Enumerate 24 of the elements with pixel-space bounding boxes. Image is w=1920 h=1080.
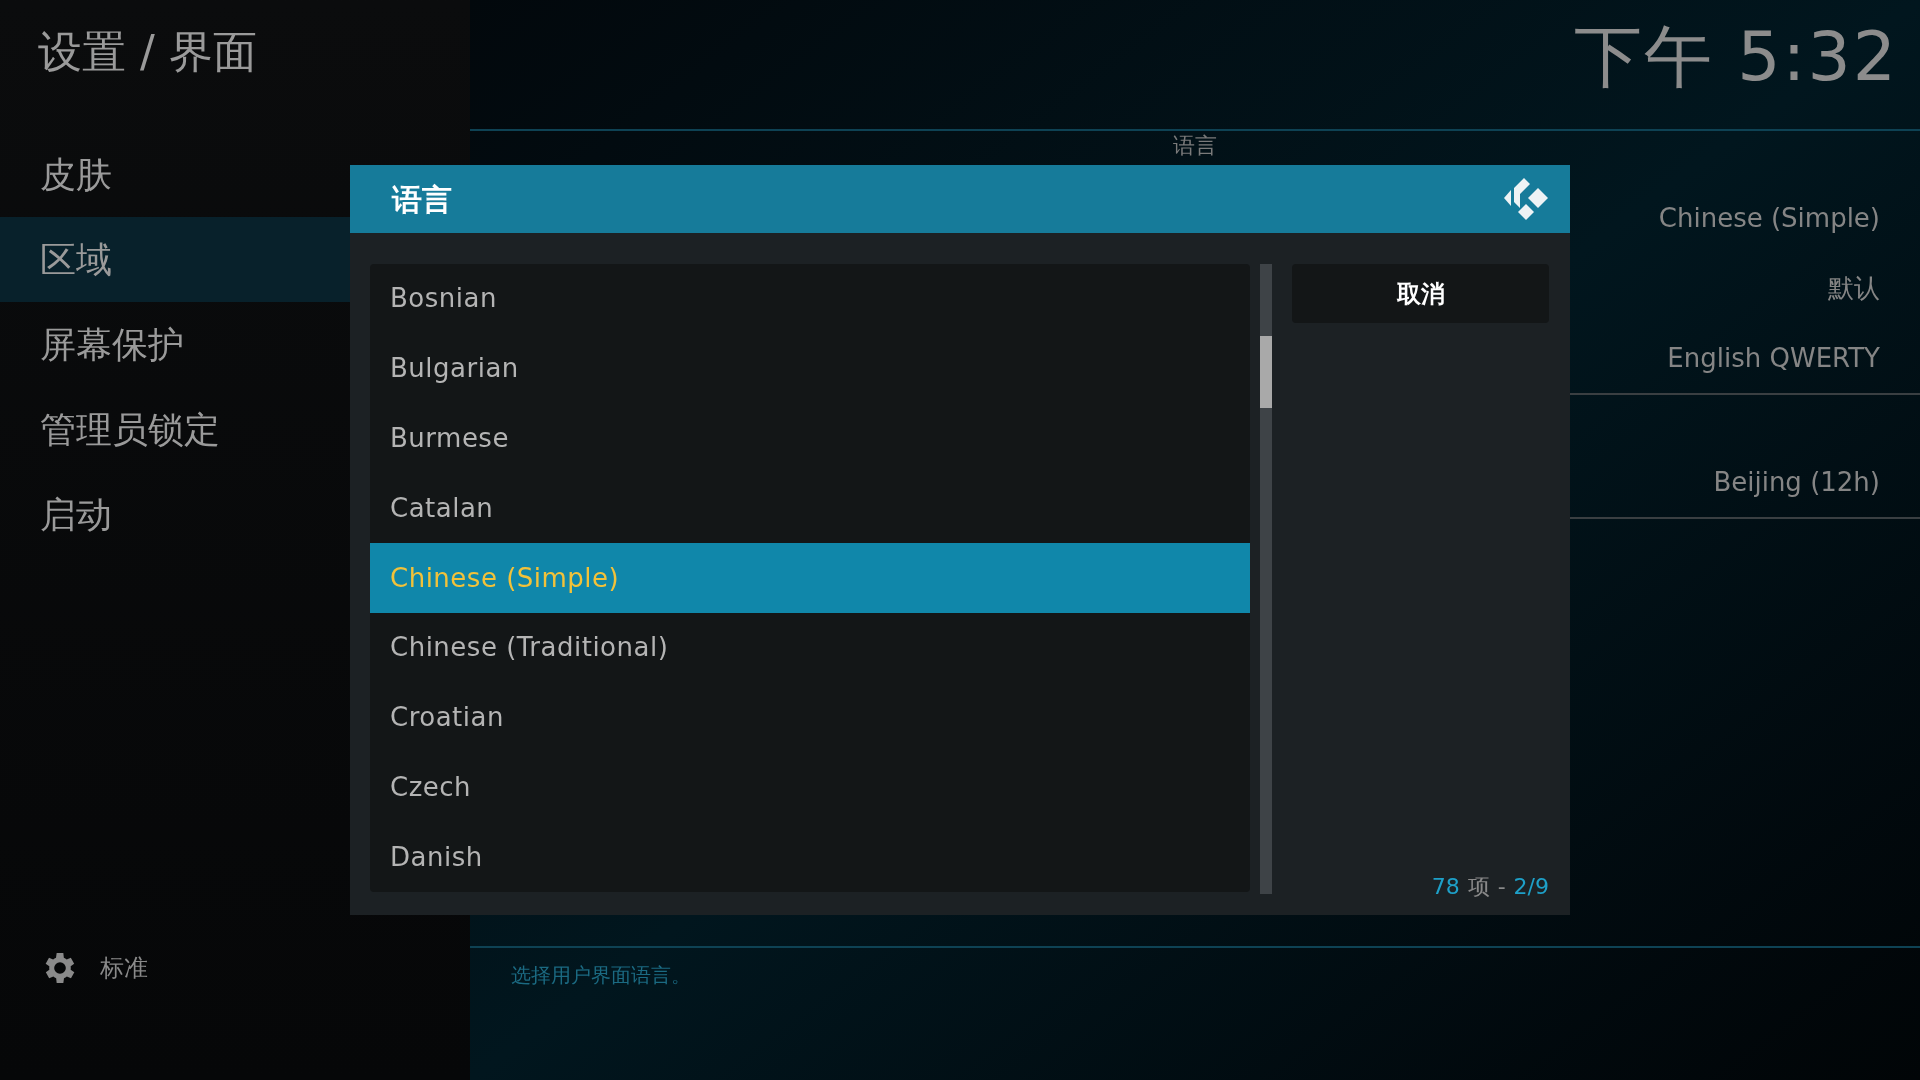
language-item[interactable]: Czech — [370, 752, 1250, 823]
dialog-title: 语言 — [392, 180, 452, 219]
setting-value[interactable]: 默认 — [1828, 268, 1880, 308]
scrollbar-thumb[interactable] — [1260, 336, 1272, 408]
language-item[interactable]: Chinese (Traditional) — [370, 612, 1250, 683]
language-item[interactable]: Burmese — [370, 403, 1250, 474]
setting-value[interactable]: Beijing (12h) — [1713, 462, 1880, 502]
cancel-button[interactable]: 取消 — [1292, 264, 1549, 323]
scrollbar-track[interactable] — [1260, 264, 1272, 894]
separator-text: - — [1497, 876, 1506, 898]
page-indicator: 2/9 — [1513, 876, 1549, 898]
language-item[interactable]: Danish — [370, 822, 1250, 893]
item-count: 78 — [1431, 876, 1460, 898]
clock: 下午 5:32 — [1573, 16, 1898, 98]
section-label: 语言 — [1173, 132, 1217, 160]
settings-level-label[interactable]: 标准 — [100, 950, 148, 986]
description-text: 选择用户界面语言。 — [511, 963, 691, 987]
breadcrumb-title: 设置 / 界面 — [38, 26, 257, 77]
setting-value[interactable]: Chinese (Simple) — [1658, 198, 1880, 238]
item-count-unit: 项 — [1467, 876, 1490, 898]
language-item[interactable]: Bulgarian — [370, 333, 1250, 404]
language-item[interactable]: Catalan — [370, 473, 1250, 544]
language-item[interactable]: Croatian — [370, 682, 1250, 753]
setting-value[interactable]: English QWERTY — [1667, 338, 1880, 378]
